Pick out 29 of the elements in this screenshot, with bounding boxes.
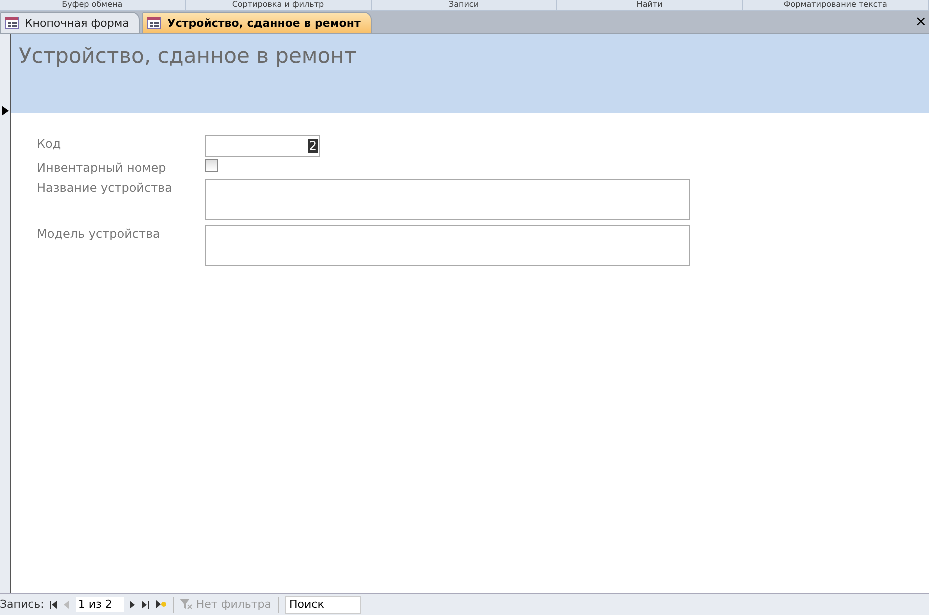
ribbon-group-label: Записи [372, 0, 558, 10]
input-field[interactable] [205, 225, 690, 266]
field-label: Модель устройства [37, 226, 162, 241]
record-number-field[interactable]: 1 из 2 [76, 597, 124, 612]
ribbon-group-label: Найти [557, 0, 744, 10]
ribbon-group-label: Буфер обмена [0, 0, 186, 10]
ribbon-group-label: Форматирование текста [743, 0, 929, 10]
field-label: Название устройства [37, 180, 174, 195]
form-icon [147, 17, 162, 29]
new-record-icon[interactable] [156, 600, 168, 609]
last-record-icon[interactable] [142, 600, 150, 608]
document-tab[interactable]: Кнопочная форма [0, 12, 140, 33]
field-label: Инвентарный номер [37, 160, 168, 175]
input-field[interactable] [205, 179, 690, 220]
record-label: Запись: [0, 598, 44, 611]
first-record-icon[interactable] [50, 600, 58, 608]
funnel-icon [180, 599, 192, 610]
field-value: 2 [308, 139, 318, 153]
current-record-icon [2, 106, 8, 116]
form-icon [5, 17, 19, 29]
form-title: Устройство, сданное в ремонт [19, 44, 357, 68]
close-button[interactable]: × [915, 14, 929, 30]
field-label: Код [37, 136, 62, 151]
search-field[interactable]: Поиск [284, 596, 361, 614]
next-record-icon[interactable] [130, 600, 136, 608]
document-tab[interactable]: Устройство, сданное в ремонт [142, 12, 372, 33]
checkbox[interactable] [205, 159, 218, 172]
input-field[interactable]: 2 [205, 135, 320, 157]
ribbon-group-label: Сортировка и фильтр [186, 0, 372, 10]
